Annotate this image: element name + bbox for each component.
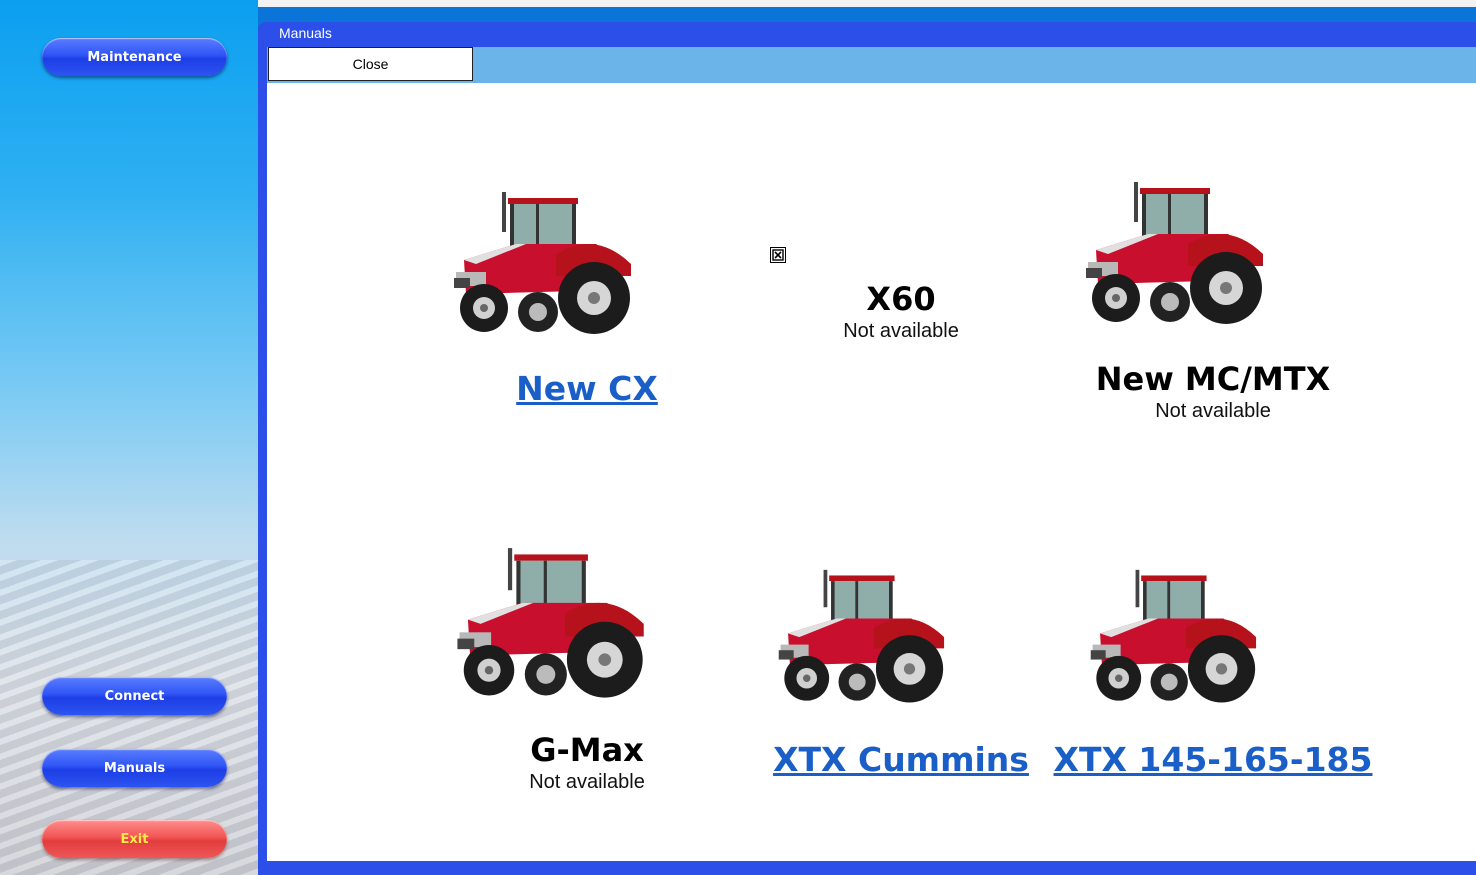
window-bottom-border — [258, 861, 1476, 875]
connect-button[interactable]: Connect — [42, 677, 227, 715]
manuals-button[interactable]: Manuals — [42, 749, 227, 787]
model-status-new-mc-mtx: Not available — [1155, 400, 1271, 422]
window-title: Manuals — [279, 25, 332, 41]
tractor-xtx-cummins-image[interactable] — [762, 568, 958, 710]
model-status-g-max: Not available — [529, 771, 645, 793]
model-status-x60: Not available — [843, 320, 959, 342]
model-link-new-cx[interactable]: New CX — [516, 369, 658, 408]
model-title-x60: X60 — [866, 280, 936, 318]
model-title-g-max: G-Max — [530, 731, 644, 769]
tractor-xtx-145-165-185-image[interactable] — [1074, 568, 1270, 710]
exit-button[interactable]: Exit — [42, 820, 227, 858]
broken-image-icon — [770, 247, 786, 263]
model-title-new-mc-mtx: New MC/MTX — [1095, 360, 1331, 398]
close-button[interactable]: Close — [268, 47, 473, 81]
model-link-xtx-145-165-185[interactable]: XTX 145-165-185 — [1054, 740, 1373, 779]
sidebar — [0, 0, 258, 875]
maintenance-button[interactable]: Maintenance — [42, 38, 227, 76]
model-link-xtx-cummins[interactable]: XTX Cummins — [773, 740, 1029, 779]
tractor-new-cx-image[interactable] — [446, 190, 636, 342]
tractor-g-max-image — [457, 548, 644, 698]
tractor-new-mc-mtx-image — [1086, 182, 1263, 324]
